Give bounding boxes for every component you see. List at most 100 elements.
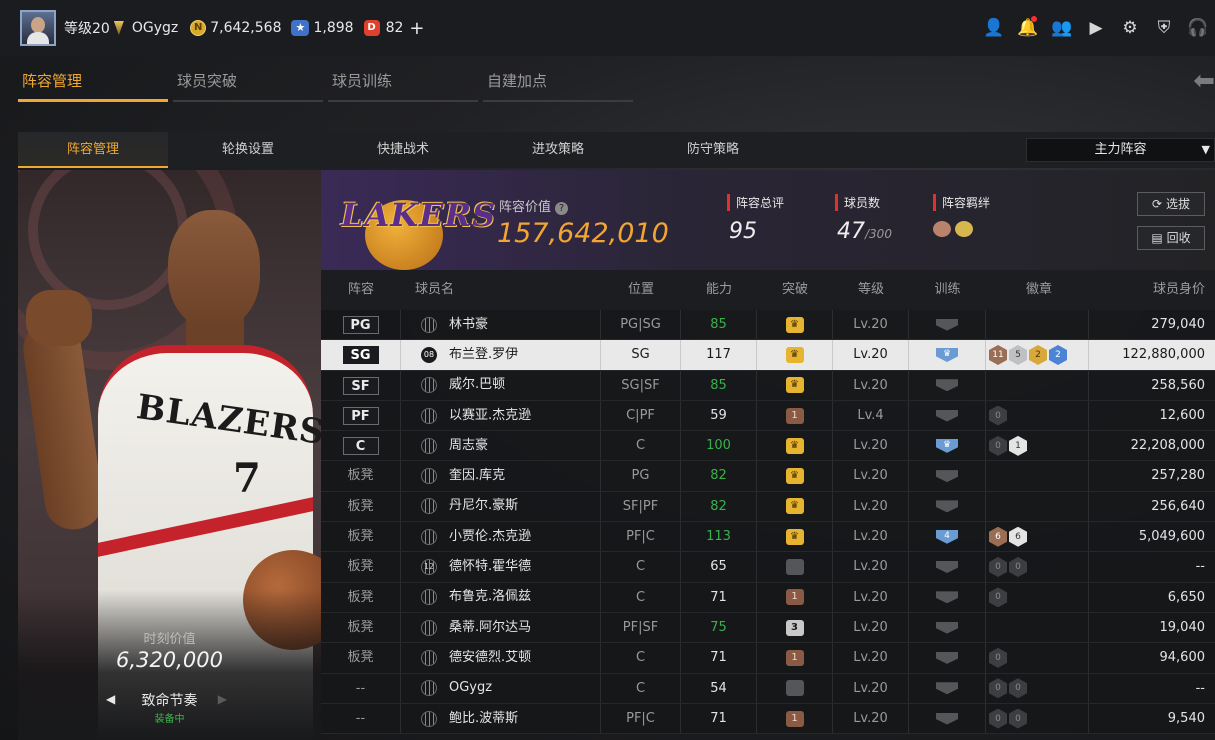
table-row[interactable]: 板凳 丹尼尔.豪斯 SF|PF 82 ♛ Lv.20 256,640 — [321, 491, 1215, 523]
level-cell: Lv.20 — [833, 461, 909, 491]
table-row[interactable]: -- OGygz C 54 Lv.20 0 0 -- — [321, 673, 1215, 704]
headset-icon[interactable]: 🎧 — [1181, 14, 1215, 42]
position-cell: C — [601, 552, 681, 582]
table-row[interactable]: 板凳 布鲁克.洛佩兹 C 71 1 Lv.20 0 6,650 — [321, 582, 1215, 613]
player-count-value: 47/300 — [835, 219, 892, 244]
training-icon — [936, 591, 958, 604]
level-rank-icon — [113, 21, 124, 35]
slot-cell: 板凳 — [321, 643, 401, 673]
subtab-quick-tactics[interactable]: 快捷战术 — [328, 132, 478, 168]
profile-icon[interactable]: 👤 — [977, 14, 1011, 42]
skill-prev-icon[interactable]: ◀ — [106, 692, 115, 706]
avatar[interactable] — [20, 10, 56, 46]
team-bonds[interactable]: 阵容羁绊 — [933, 194, 990, 241]
friends-icon[interactable]: 👥 — [1045, 14, 1079, 42]
video-icon[interactable]: ▶ — [1079, 14, 1113, 42]
subtab-defense-strategy[interactable]: 防守策略 — [638, 132, 788, 168]
tab-custom-points[interactable]: 自建加点 — [483, 68, 633, 102]
name-cell: 丹尼尔.豪斯 — [401, 491, 601, 522]
value-cell: 9,540 — [1167, 710, 1205, 726]
training-cell: 4 — [909, 522, 986, 552]
select-button[interactable]: ⟳ 选拔 — [1137, 192, 1205, 216]
name-cell: 鲍比.波蒂斯 — [401, 703, 601, 734]
player-portrait-card[interactable]: BLAZERS 7 时刻价值 6,320,000 ◀ 致命节奏 ▶ 装备中 — [18, 170, 321, 740]
top-icons: 👤 🔔 👥 ▶ ⚙ ⛨ 🎧 — [977, 14, 1215, 42]
header-name[interactable]: 球员名 — [401, 270, 601, 310]
header-position[interactable]: 位置 — [601, 270, 681, 310]
table-row[interactable]: 板凳 小贾伦.杰克逊 PF|C 113 ♛ Lv.20 4 6 6 5,049,… — [321, 522, 1215, 553]
table-row[interactable]: PG 林书豪 PG|SG 85 ♛ Lv.20 279,040 — [321, 310, 1215, 341]
table-row[interactable]: 板凳 奎因.库克 PG 82 ♛ Lv.20 257,280 — [321, 461, 1215, 492]
level-cell: Lv.20 — [833, 522, 909, 552]
name-cell: 小贾伦.杰克逊 — [401, 522, 601, 552]
ability-cell: 71 — [681, 582, 757, 612]
add-currency-button[interactable]: + — [409, 18, 424, 39]
header-training[interactable]: 训练 — [909, 270, 986, 310]
tactic-icon — [421, 407, 437, 424]
badge-cell: 0 0 — [986, 703, 1089, 734]
name-cell: 以赛亚.杰克逊 — [401, 400, 601, 431]
crown-icon: ♛ — [785, 346, 804, 363]
player-name: 布兰登.罗伊 — [449, 346, 519, 362]
slot-cell: -- — [321, 673, 401, 703]
ability-cell: 59 — [681, 400, 757, 431]
recycle-button[interactable]: ▤ 回收 — [1137, 226, 1205, 250]
header-ability[interactable]: 能力 — [681, 270, 757, 310]
slot-cell: PF — [321, 400, 401, 431]
table-header: 阵容 球员名 位置 能力 突破 等级 训练 徽章 球员身价 — [321, 270, 1215, 310]
name-cell: 布鲁克.洛佩兹 — [401, 582, 601, 612]
subtab-offense-strategy[interactable]: 进攻策略 — [483, 132, 633, 168]
tab-player-breakthrough[interactable]: 球员突破 — [173, 68, 323, 102]
header-badges[interactable]: 徽章 — [986, 270, 1089, 310]
level-cell: Lv.20 — [833, 431, 909, 461]
header-player-value[interactable]: 球员身价 — [1089, 270, 1215, 310]
training-icon — [936, 470, 958, 483]
ability-cell: 113 — [681, 522, 757, 552]
level-cell: Lv.20 — [833, 673, 909, 703]
breakthrough-cell: 1 — [757, 643, 833, 673]
shield-icon[interactable]: ⛨ — [1147, 14, 1181, 42]
table-row[interactable]: PF 以赛亚.杰克逊 C|PF 59 1 Lv.4 0 12,600 — [321, 400, 1215, 432]
table-row-selected[interactable]: SG 08 布兰登.罗伊 SG 117 ♛ Lv.20 ♛ 11 5 2 2 12… — [321, 340, 1215, 371]
app-root: 等级20 OGygz N 7,642,568 ★ 1,898 D 82 + 👤 … — [0, 0, 1215, 740]
table-row[interactable]: C 周志豪 C 100 ♛ Lv.20 ♛ 0 1 22,208,000 — [321, 431, 1215, 462]
team-bonds-label: 阵容羁绊 — [933, 194, 990, 211]
tab-lineup-management[interactable]: 阵容管理 — [18, 68, 168, 102]
ability-cell: 117 — [681, 340, 757, 370]
breakthrough-silver-icon: 3 — [785, 619, 804, 636]
back-arrow-icon[interactable]: ⬅ — [1193, 66, 1215, 96]
slot-tag: C — [342, 437, 379, 456]
position-cell: C — [601, 673, 681, 703]
breakthrough-cell — [757, 552, 833, 582]
badge-empty-icon: 0 — [989, 678, 1007, 699]
tab-player-training[interactable]: 球员训练 — [328, 68, 478, 102]
skill-next-icon[interactable]: ▶ — [218, 692, 227, 706]
position-cell: SG|SF — [601, 370, 681, 400]
player-name: 以赛亚.杰克逊 — [449, 407, 532, 423]
table-row[interactable]: 板凳 桑蒂.阿尔达马 PF|SF 75 3 Lv.20 19,040 — [321, 612, 1215, 644]
table-row[interactable]: SF 威尔.巴顿 SG|SF 85 ♛ Lv.20 258,560 — [321, 370, 1215, 401]
player-name: 德怀特.霍华德 — [449, 559, 532, 575]
header-level[interactable]: 等级 — [833, 270, 909, 310]
skill-equipped-status: 装备中 — [154, 714, 185, 725]
help-icon[interactable]: ? — [555, 202, 569, 215]
table-row[interactable]: 板凳 德安德烈.艾顿 C 71 1 Lv.20 0 94,600 — [321, 643, 1215, 674]
table-row[interactable]: 板凳 12 德怀特.霍华德 C 65 Lv.20 0 0 -- — [321, 552, 1215, 583]
subtab-rotation[interactable]: 轮换设置 — [173, 132, 323, 168]
tactic-icon — [421, 619, 437, 636]
header-breakthrough[interactable]: 突破 — [757, 270, 833, 310]
level-cell: Lv.20 — [833, 703, 909, 734]
breakthrough-empty-icon — [785, 680, 804, 697]
bell-icon[interactable]: 🔔 — [1011, 14, 1045, 42]
sub-tabs: 阵容管理 轮换设置 快捷战术 进攻策略 防守策略 主力阵容 ▼ — [18, 132, 1215, 168]
slot-cell: SF — [321, 370, 401, 400]
badge-cell: 0 — [986, 582, 1089, 612]
subtab-lineup[interactable]: 阵容管理 — [18, 132, 168, 168]
lineup-select[interactable]: 主力阵容 ▼ — [1026, 138, 1215, 162]
header-slot[interactable]: 阵容 — [321, 270, 401, 310]
slot-tag: SG — [342, 346, 379, 365]
gear-icon[interactable]: ⚙ — [1113, 14, 1147, 42]
table-row[interactable]: -- 鲍比.波蒂斯 PF|C 71 1 Lv.20 0 0 9,540 — [321, 703, 1215, 735]
ability-cell: 71 — [681, 703, 757, 734]
slot-tag: PF — [342, 406, 379, 425]
